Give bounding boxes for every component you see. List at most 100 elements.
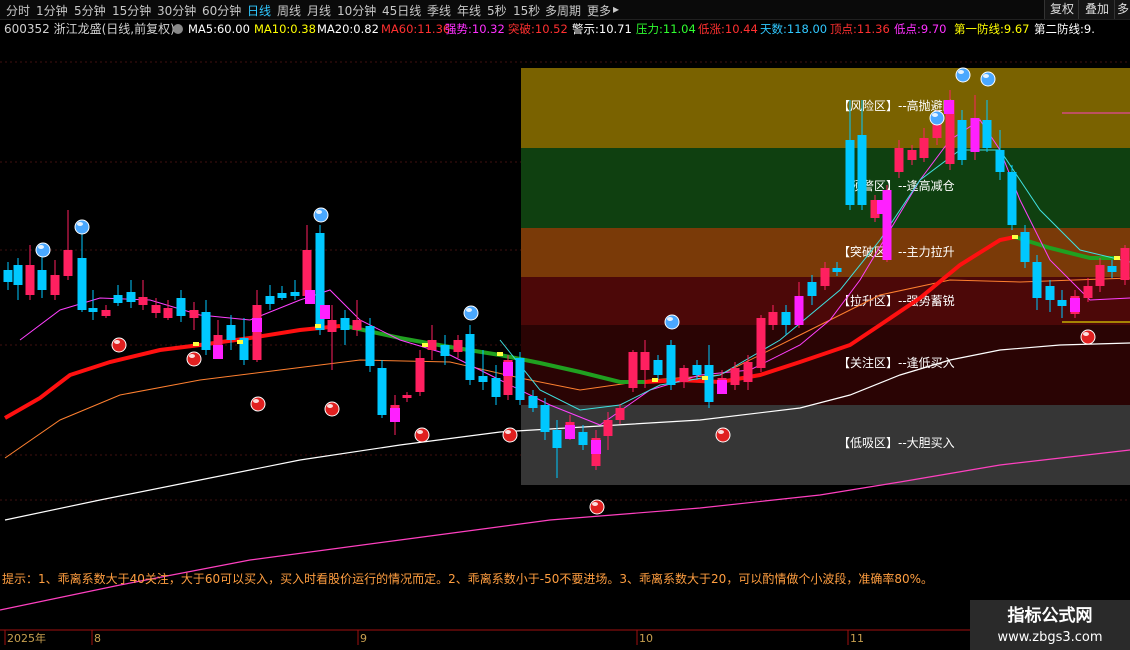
- settings-icon: [173, 24, 183, 34]
- candle-body: [603, 420, 613, 436]
- buy-signal-icon: [1080, 329, 1096, 345]
- candle-body: [453, 340, 463, 352]
- candle-body: [352, 320, 362, 330]
- candle-body: [666, 345, 676, 385]
- candle-body: [528, 396, 538, 408]
- indicator-12: 第一防线:9.67: [954, 22, 1029, 36]
- zone-label-2: 【突破区】--主力拉升: [838, 244, 955, 259]
- tip-text: 提示：1、乖离系数大于40关注，大于60可以买入，买入时看股价运行的情况而定。2…: [2, 571, 933, 586]
- sell-signal-icon: [35, 242, 51, 258]
- volume-block: [877, 200, 887, 214]
- candle-body: [756, 318, 766, 368]
- ma-yellow-marker: [315, 324, 321, 328]
- candle-body: [101, 310, 111, 316]
- candle-body: [290, 292, 300, 296]
- zone-label-1: 【预警区】--逢高减仓: [838, 178, 955, 193]
- candle-body: [692, 365, 702, 375]
- volume-block: [320, 305, 330, 319]
- date-label-2: 9: [360, 632, 367, 645]
- indicator-8: 低涨:10.44: [698, 22, 758, 36]
- watermark-url: www.zbgs3.com: [997, 630, 1102, 645]
- candle-body: [679, 368, 689, 382]
- candle-body: [189, 310, 199, 318]
- sell-signal-icon: [980, 71, 996, 87]
- volume-block: [717, 380, 727, 394]
- candle-body: [25, 265, 35, 295]
- candle-body: [340, 318, 350, 330]
- candle-body: [704, 365, 714, 402]
- candle-body: [1032, 262, 1042, 298]
- zone-band-4: [521, 325, 1130, 405]
- candlestick-chart[interactable]: 600352 浙江龙盛(日线,前复权) MA5:60.00 MA10:0.38 MA2…: [0, 0, 1130, 650]
- buy-signal-icon: [186, 351, 202, 367]
- ma-yellow-marker: [193, 342, 199, 346]
- candle-body: [365, 326, 375, 366]
- candle-body: [1120, 248, 1130, 280]
- candle-body: [653, 360, 663, 375]
- buy-signal-icon: [502, 427, 518, 443]
- candle-body: [628, 352, 638, 388]
- candle-body: [640, 352, 650, 370]
- date-label-3: 10: [639, 632, 653, 645]
- candle-body: [37, 270, 47, 290]
- candle-body: [163, 308, 173, 318]
- candle-body: [77, 258, 87, 310]
- indicator-1: MA10:0.38: [254, 22, 316, 36]
- candle-body: [820, 268, 830, 286]
- indicator-5: 突破:10.52: [508, 22, 568, 36]
- candle-body: [540, 405, 550, 432]
- candle-body: [1095, 265, 1105, 286]
- volume-block: [390, 408, 400, 422]
- candle-body: [88, 308, 98, 312]
- volume-block: [1070, 298, 1080, 312]
- volume-block: [944, 100, 954, 114]
- indicator-13: 第二防线:9.: [1034, 22, 1095, 36]
- ma-yellow-marker: [1012, 235, 1018, 239]
- buy-signal-icon: [589, 499, 605, 515]
- candle-body: [552, 430, 562, 448]
- candle-body: [807, 282, 817, 296]
- volume-block: [305, 290, 315, 304]
- candle-body: [730, 368, 740, 385]
- ma-yellow-marker: [237, 340, 243, 344]
- candle-body: [1083, 286, 1093, 298]
- zone-band-1: [521, 148, 1130, 228]
- candle-body: [615, 408, 625, 420]
- sell-signal-icon: [74, 219, 90, 235]
- candle-body: [126, 292, 136, 302]
- indicator-0: MA5:60.00: [188, 22, 250, 36]
- candle-body: [226, 325, 236, 340]
- candle-body: [63, 250, 73, 276]
- indicator-11: 低点:9.70: [894, 22, 946, 36]
- candle-body: [491, 378, 501, 397]
- candle-body: [138, 297, 148, 305]
- date-label-1: 8: [94, 632, 101, 645]
- candle-body: [970, 118, 980, 152]
- candle-body: [176, 298, 186, 316]
- buy-signal-icon: [111, 337, 127, 353]
- buy-signal-icon: [414, 427, 430, 443]
- buy-signal-icon: [715, 427, 731, 443]
- candle-body: [440, 345, 450, 356]
- candle-body: [265, 296, 275, 304]
- candle-body: [50, 275, 60, 295]
- sell-signal-icon: [463, 305, 479, 321]
- candle-body: [995, 150, 1005, 172]
- date-label-0: 2025年: [7, 631, 46, 645]
- candle-body: [1107, 266, 1117, 272]
- buy-signal-icon: [250, 396, 266, 412]
- candle-body: [1020, 232, 1030, 262]
- candle-body: [857, 135, 867, 205]
- volume-block: [591, 440, 601, 454]
- date-label-4: 11: [850, 632, 864, 645]
- zone-label-3: 【拉升区】--强势蓄锐: [838, 293, 955, 308]
- zone-band-5: [521, 405, 1130, 485]
- indicator-10: 顶点:11.36: [830, 22, 890, 36]
- candle-body: [781, 312, 791, 325]
- candle-body: [982, 120, 992, 148]
- indicator-3: MA60:11.36: [381, 22, 450, 36]
- candle-body: [302, 250, 312, 296]
- candle-body: [743, 362, 753, 382]
- sell-signal-icon: [664, 314, 680, 330]
- candle-body: [201, 312, 211, 350]
